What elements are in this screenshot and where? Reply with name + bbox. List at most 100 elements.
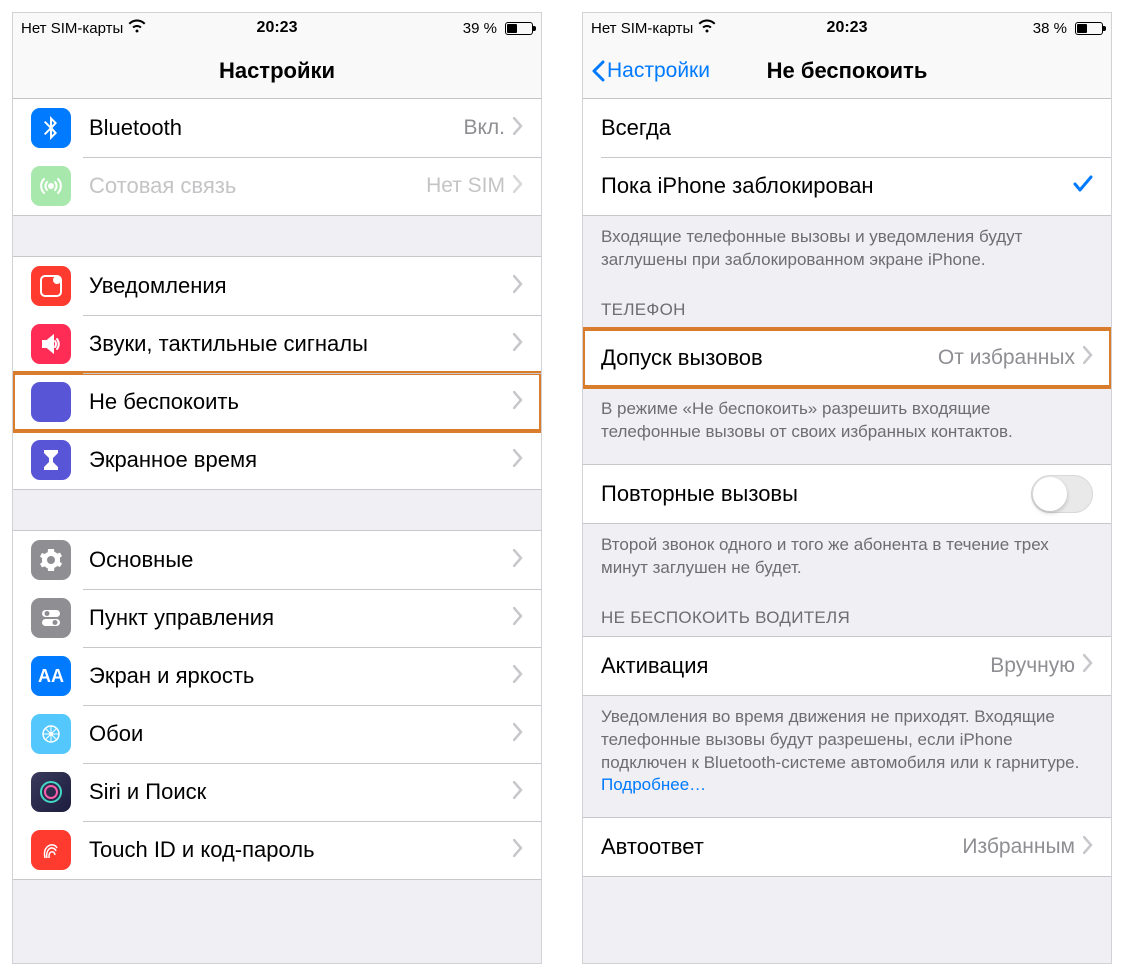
row-detail: От избранных	[938, 346, 1075, 370]
row-silence-locked[interactable]: Пока iPhone заблокирован	[583, 157, 1111, 215]
moon-icon	[31, 382, 71, 422]
row-control-center[interactable]: Пункт управления	[13, 589, 541, 647]
row-siri[interactable]: Siri и Поиск	[13, 763, 541, 821]
cellular-icon	[31, 166, 71, 206]
silence-footer: Входящие телефонные вызовы и уведомления…	[583, 216, 1111, 280]
learn-more-link[interactable]: Подробнее…	[601, 775, 706, 794]
status-bar: Нет SIM-карты 20:23 38 %	[583, 13, 1111, 43]
display-icon: AA	[31, 656, 71, 696]
chevron-right-icon	[1083, 836, 1093, 859]
toggle-repeated-calls[interactable]	[1031, 475, 1093, 513]
row-touch-id[interactable]: Touch ID и код-пароль	[13, 821, 541, 879]
notifications-icon	[31, 266, 71, 306]
chevron-right-icon	[1083, 654, 1093, 677]
row-label: Обои	[89, 721, 513, 747]
back-label: Настройки	[607, 59, 710, 83]
row-label: Пока iPhone заблокирован	[601, 173, 1073, 199]
row-wallpaper[interactable]: Обои	[13, 705, 541, 763]
siri-icon	[31, 772, 71, 812]
row-silence-always[interactable]: Всегда	[583, 99, 1111, 157]
page-title: Настройки	[219, 58, 335, 84]
chevron-right-icon	[513, 275, 523, 298]
chevron-right-icon	[513, 333, 523, 356]
row-label: Touch ID и код-пароль	[89, 837, 513, 863]
hourglass-icon	[31, 440, 71, 480]
back-button[interactable]: Настройки	[591, 59, 710, 83]
row-label: Экранное время	[89, 447, 513, 473]
row-activation[interactable]: Активация Вручную	[583, 637, 1111, 695]
repeat-footer: Второй звонок одного и того же абонента …	[583, 524, 1111, 588]
row-detail: Вручную	[990, 654, 1075, 678]
battery-text: 39 %	[463, 20, 497, 37]
chevron-right-icon	[513, 175, 523, 198]
nav-bar: Настройки	[13, 43, 541, 99]
dnd-settings-list[interactable]: Всегда Пока iPhone заблокирован Входящие…	[583, 99, 1111, 963]
settings-screen: Нет SIM-карты 20:23 39 % Настройки Bluet…	[12, 12, 542, 964]
settings-list[interactable]: Bluetooth Вкл. Сотовая связь Нет SIM	[13, 99, 541, 963]
bluetooth-icon	[31, 108, 71, 148]
row-do-not-disturb[interactable]: Не беспокоить	[13, 373, 541, 431]
row-label: Повторные вызовы	[601, 481, 1031, 507]
row-detail: Избранным	[962, 835, 1075, 859]
gear-icon	[31, 540, 71, 580]
row-allow-calls[interactable]: Допуск вызовов От избранных	[583, 329, 1111, 387]
battery-icon	[1072, 22, 1103, 35]
row-label: Активация	[601, 653, 990, 679]
row-label: Bluetooth	[89, 115, 463, 141]
chevron-right-icon	[513, 117, 523, 140]
chevron-right-icon	[1083, 346, 1093, 369]
driving-header: НЕ БЕСПОКОИТЬ ВОДИТЕЛЯ	[583, 588, 1111, 636]
status-time: 20:23	[257, 19, 298, 37]
phone-header: ТЕЛЕФОН	[583, 280, 1111, 328]
row-auto-reply[interactable]: Автоответ Избранным	[583, 818, 1111, 876]
battery-icon	[502, 22, 533, 35]
row-repeated-calls[interactable]: Повторные вызовы	[583, 465, 1111, 523]
row-label: Экран и яркость	[89, 663, 513, 689]
chevron-right-icon	[513, 723, 523, 746]
dnd-settings-screen: Нет SIM-карты 20:23 38 % Настройки Не бе…	[582, 12, 1112, 964]
row-bluetooth[interactable]: Bluetooth Вкл.	[13, 99, 541, 157]
chevron-right-icon	[513, 665, 523, 688]
chevron-right-icon	[513, 781, 523, 804]
chevron-right-icon	[513, 549, 523, 572]
row-cellular[interactable]: Сотовая связь Нет SIM	[13, 157, 541, 215]
row-label: Не беспокоить	[89, 389, 513, 415]
allow-footer: В режиме «Не беспокоить» разрешить входя…	[583, 388, 1111, 452]
checkmark-icon	[1073, 175, 1093, 198]
row-screen-time[interactable]: Экранное время	[13, 431, 541, 489]
row-label: Допуск вызовов	[601, 345, 938, 371]
status-bar: Нет SIM-карты 20:23 39 %	[13, 13, 541, 43]
row-label: Всегда	[601, 115, 1093, 141]
row-label: Основные	[89, 547, 513, 573]
nav-bar: Настройки Не беспокоить	[583, 43, 1111, 99]
carrier-text: Нет SIM-карты	[21, 20, 123, 37]
chevron-right-icon	[513, 607, 523, 630]
row-sounds[interactable]: Звуки, тактильные сигналы	[13, 315, 541, 373]
chevron-right-icon	[513, 391, 523, 414]
row-label: Пункт управления	[89, 605, 513, 631]
row-label: Уведомления	[89, 273, 513, 299]
fingerprint-icon	[31, 830, 71, 870]
page-title: Не беспокоить	[767, 58, 928, 84]
wifi-icon	[128, 19, 146, 37]
carrier-text: Нет SIM-карты	[591, 20, 693, 37]
row-general[interactable]: Основные	[13, 531, 541, 589]
battery-text: 38 %	[1033, 20, 1067, 37]
wallpaper-icon	[31, 714, 71, 754]
status-time: 20:23	[827, 19, 868, 37]
row-label: Siri и Поиск	[89, 779, 513, 805]
row-label: Автоответ	[601, 834, 962, 860]
row-detail: Нет SIM	[426, 174, 505, 198]
row-label: Сотовая связь	[89, 173, 426, 199]
row-detail: Вкл.	[463, 116, 505, 140]
sounds-icon	[31, 324, 71, 364]
row-notifications[interactable]: Уведомления	[13, 257, 541, 315]
row-label: Звуки, тактильные сигналы	[89, 331, 513, 357]
row-display[interactable]: AA Экран и яркость	[13, 647, 541, 705]
control-center-icon	[31, 598, 71, 638]
chevron-right-icon	[513, 449, 523, 472]
driving-footer: Уведомления во время движения не приходя…	[583, 696, 1111, 806]
wifi-icon	[698, 19, 716, 37]
dnd-status-icon	[1014, 19, 1028, 37]
chevron-right-icon	[513, 839, 523, 862]
